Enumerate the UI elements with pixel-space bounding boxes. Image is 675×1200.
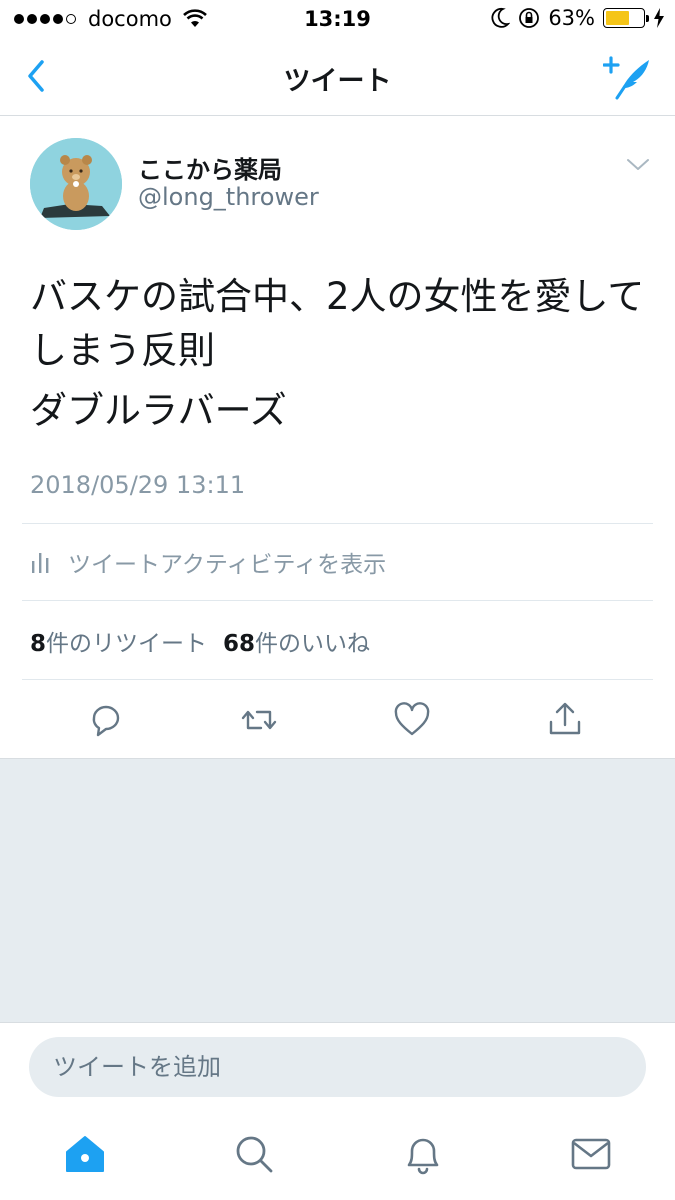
tweet-stats: 8件のリツイート 68件のいいね xyxy=(30,624,370,658)
divider xyxy=(22,679,653,680)
reply-icon[interactable] xyxy=(86,700,126,740)
activity-label: ツイートアクティビティを表示 xyxy=(68,552,387,578)
tweet-activity-link[interactable]: ツイートアクティビティを表示 xyxy=(30,545,386,579)
retweet-count: 8 xyxy=(30,631,47,657)
page-title: ツイート xyxy=(283,66,392,97)
retweet-icon[interactable] xyxy=(239,700,279,740)
retweet-stat[interactable]: 8件のリツイート xyxy=(30,624,207,658)
messages-icon[interactable] xyxy=(569,1132,613,1176)
reply-input[interactable] xyxy=(29,1037,646,1097)
heart-icon[interactable] xyxy=(392,700,432,740)
battery-level-fill xyxy=(606,11,629,25)
battery-percent: 63% xyxy=(548,6,595,30)
retweet-label: 件のリツイート xyxy=(46,631,208,657)
chevron-down-icon[interactable] xyxy=(625,154,651,174)
like-stat[interactable]: 68件のいいね xyxy=(223,624,370,658)
tweet-text-line: ダブルラバーズ xyxy=(30,389,287,432)
avatar[interactable] xyxy=(30,138,122,230)
divider xyxy=(22,523,653,524)
status-bar: docomo 13:19 63% xyxy=(0,0,675,40)
tweet-text: バスケの試合中、2人の女性を愛してしまう反則 ダブルラバーズ xyxy=(30,270,650,444)
search-icon[interactable] xyxy=(232,1132,276,1176)
empty-replies-area xyxy=(0,758,675,1022)
like-count: 68 xyxy=(223,631,256,657)
bar-chart-icon xyxy=(32,553,49,573)
status-right: 63% xyxy=(490,6,665,30)
notifications-icon[interactable] xyxy=(401,1132,445,1176)
do-not-disturb-icon xyxy=(491,8,511,28)
tweet-timestamp: 2018/05/29 13:11 xyxy=(30,471,246,499)
reply-bar xyxy=(0,1022,675,1112)
tweet-actions xyxy=(0,692,675,752)
divider xyxy=(22,600,653,601)
battery-icon xyxy=(603,8,649,28)
share-icon[interactable] xyxy=(545,700,585,740)
navigation-bar: ツイート xyxy=(0,40,675,116)
display-name[interactable]: ここから薬局 xyxy=(138,150,282,185)
home-icon[interactable] xyxy=(63,1132,107,1176)
compose-tweet-button[interactable] xyxy=(603,54,653,100)
rotation-lock-icon xyxy=(519,8,540,28)
charging-bolt-icon xyxy=(654,8,664,28)
avatar-bear-illustration xyxy=(30,138,122,230)
like-label: 件のいいね xyxy=(255,631,371,657)
tab-bar xyxy=(0,1112,675,1200)
tweet-text-line: バスケの試合中、2人の女性を愛してしまう反則 xyxy=(30,275,645,372)
user-handle[interactable]: @long_thrower xyxy=(138,183,319,211)
